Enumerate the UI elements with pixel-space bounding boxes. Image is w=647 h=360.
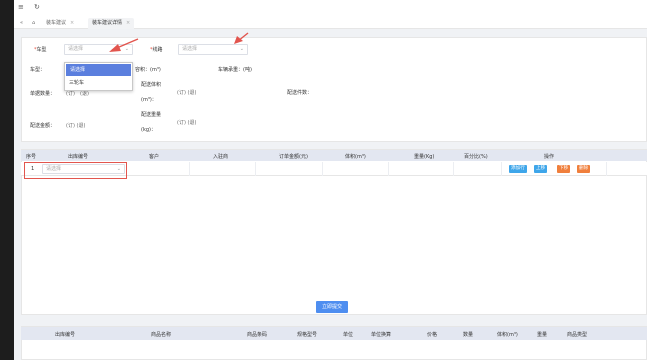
column-header: 单位 <box>343 332 354 338</box>
column-header: 商品类型 <box>567 332 588 338</box>
cell-divider <box>606 162 607 176</box>
tab-label: 装车建议详情 <box>92 20 123 26</box>
cell-divider <box>322 162 323 176</box>
dropdown-option[interactable]: 请选择 <box>66 64 131 76</box>
highlight-box <box>24 162 127 179</box>
refresh-icon[interactable]: ↻ <box>34 3 40 11</box>
cell-divider <box>255 162 256 176</box>
dropdown-option[interactable]: 三轮车 <box>65 77 132 90</box>
column-header: 客户 <box>149 154 160 160</box>
weight-label: 配送重量 <box>141 112 162 118</box>
label-text: 车型 <box>36 47 47 53</box>
amount-values: (订) (退) <box>66 123 86 129</box>
weight-unit-label: (kg)： <box>141 127 156 133</box>
goods-table-header: 出库编号 商品名称 商品条码 规格型号 单位 单位换算 价格 数量 体积(m³)… <box>21 327 647 340</box>
amount-label: 配送金额： <box>30 123 56 129</box>
volume-values: (订) (退) <box>177 90 197 96</box>
tab-loading-suggestion-detail[interactable]: 装车建议详情 × <box>88 18 135 29</box>
vehicle-type-label: *车型 <box>34 46 47 53</box>
vehicle-load-label: 车辆承重：(吨) <box>218 67 252 73</box>
column-header: 出库编号 <box>68 154 89 160</box>
column-header: 订单金额(元) <box>279 154 308 160</box>
cell-divider <box>501 162 502 176</box>
select-placeholder: 请选择 <box>68 46 84 52</box>
column-header: 序号 <box>26 154 37 160</box>
capacity-label: 容积：(m³) <box>135 67 161 73</box>
column-header: 出库编号 <box>55 332 76 338</box>
column-header: 重量(Kg) <box>414 154 435 160</box>
item-count-label: 配送件数： <box>287 90 313 96</box>
cell-divider <box>388 162 389 176</box>
column-header: 数量 <box>463 332 474 338</box>
weight-values: (订) (退) <box>177 120 197 126</box>
submit-button[interactable]: 立即提交 <box>316 301 349 313</box>
column-header: 商品名称 <box>151 332 172 338</box>
column-header: 百分比(%) <box>464 154 488 160</box>
volume-label: 配送体积 <box>141 82 162 88</box>
home-icon[interactable]: ⌂ <box>28 18 39 29</box>
tab-label: 装车建议 <box>46 20 67 26</box>
column-header: 操作 <box>544 154 555 160</box>
tab-loading-suggestion[interactable]: 装车建议 × <box>42 18 78 29</box>
column-header: 重量 <box>537 332 548 338</box>
arrow-head <box>109 44 121 52</box>
move-down-button[interactable]: 下移 <box>557 165 571 173</box>
column-header: 入驻商 <box>213 154 229 160</box>
menu-icon[interactable]: ≡ <box>18 3 24 11</box>
top-bar: ≡ ↻ <box>14 0 647 14</box>
vehicle-type-info-label: 车型： <box>30 67 46 73</box>
order-count-unit: (订) <box>66 91 75 97</box>
move-up-button[interactable]: 上移 <box>534 165 548 173</box>
column-header: 体积(m³) <box>497 332 518 338</box>
delete-button[interactable]: 删除 <box>577 165 591 173</box>
volume-unit-label: (m³)： <box>141 97 157 103</box>
collapse-tabs-icon[interactable]: « <box>16 18 27 29</box>
close-icon[interactable]: × <box>70 20 74 26</box>
add-row-button[interactable]: 添加行 <box>509 165 527 173</box>
column-header: 体积(m³) <box>345 154 366 160</box>
vehicle-type-dropdown: 请选择 三轮车 <box>64 62 133 91</box>
cell-divider <box>189 162 190 176</box>
column-header: 单位换算 <box>371 332 392 338</box>
cell-divider <box>453 162 454 176</box>
column-header: 价格 <box>427 332 438 338</box>
close-icon[interactable]: × <box>126 20 130 26</box>
column-header: 规格型号 <box>297 332 318 338</box>
annotation-arrows <box>109 32 249 52</box>
tab-bar: « ⌂ 装车建议 × 装车建议详情 × <box>14 14 647 29</box>
column-header: 商品条码 <box>247 332 268 338</box>
orders-table-header: 序号 出库编号 客户 入驻商 订单金额(元) 体积(m³) 重量(Kg) 百分比… <box>21 150 647 161</box>
order-count-label: 单据数量： <box>30 91 56 97</box>
left-sidebar <box>0 0 14 360</box>
order-count-unit-return: (退) <box>80 91 89 97</box>
